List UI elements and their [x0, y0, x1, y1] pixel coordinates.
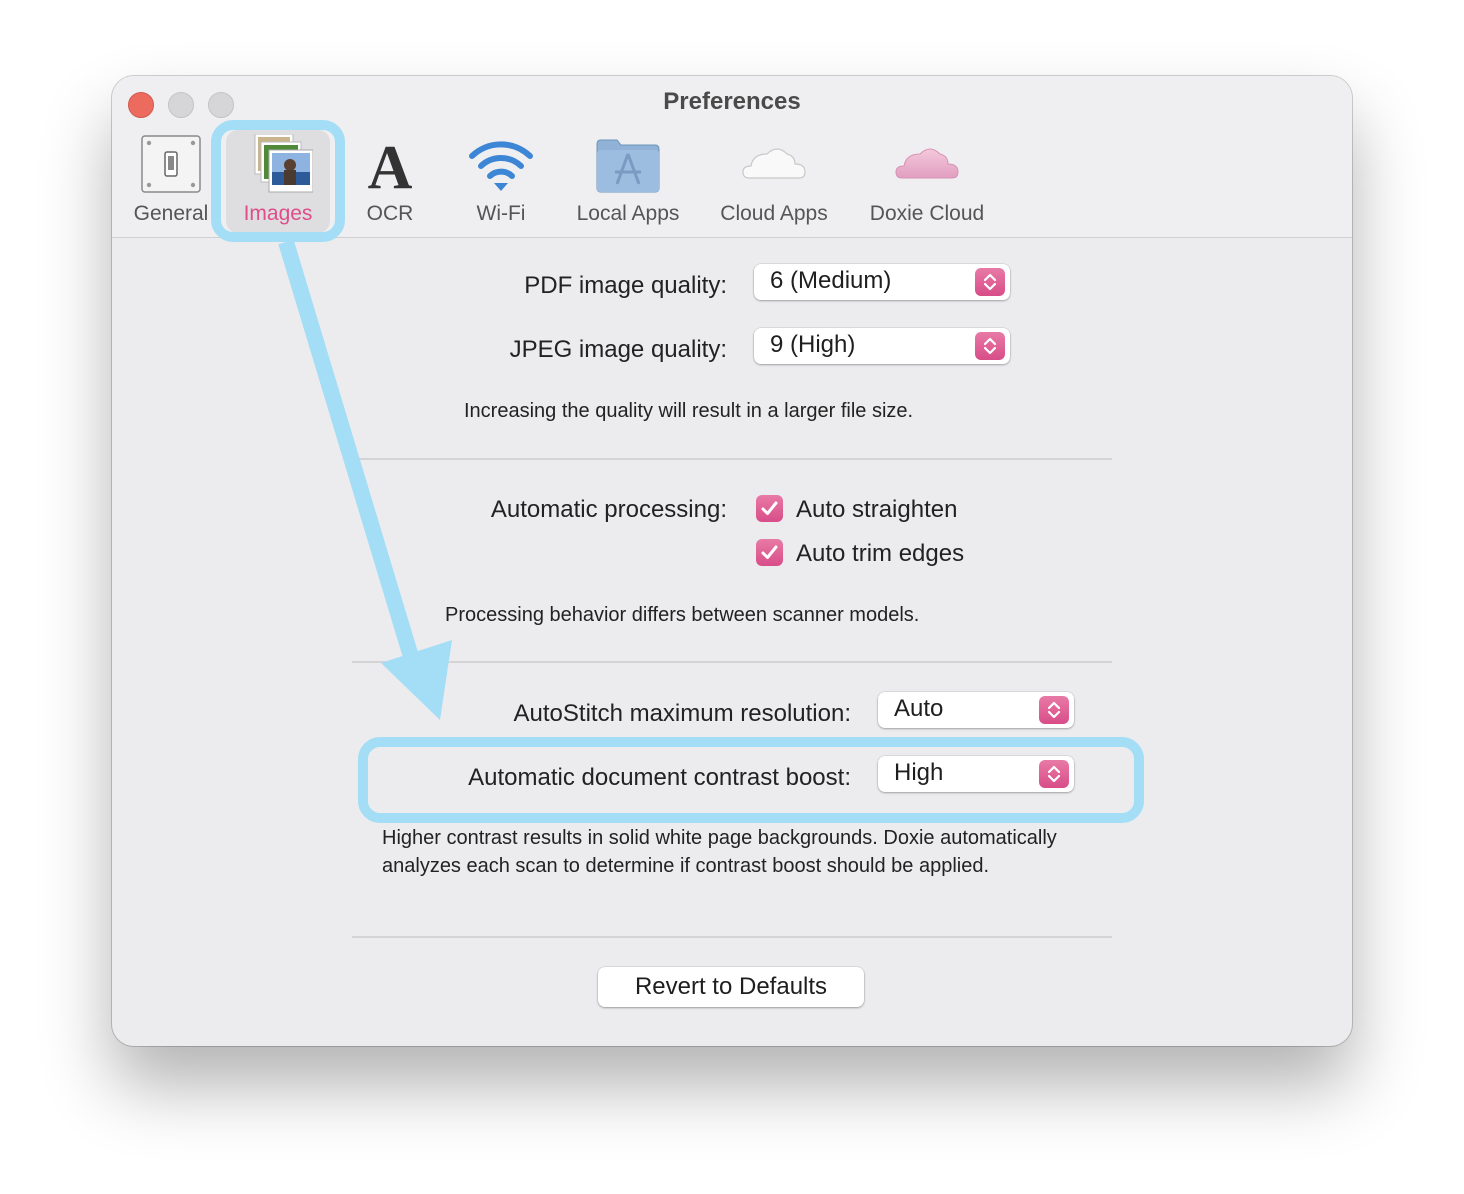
- annotation-arrow-icon: [278, 239, 452, 720]
